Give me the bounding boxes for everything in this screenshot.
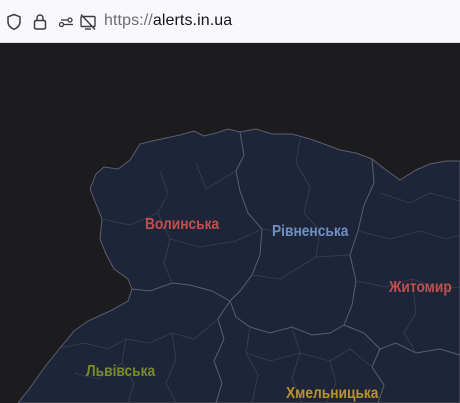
alert-map[interactable]: Волинська Рівненська Житомир Львівська Х… (0, 43, 460, 403)
shield-icon[interactable] (4, 12, 24, 32)
region-label-zhytomyr[interactable]: Житомир (389, 279, 452, 297)
region-label-lviv[interactable]: Львівська (86, 363, 155, 381)
url-field[interactable]: https://alerts.in.ua (104, 11, 232, 31)
lock-icon[interactable] (30, 12, 50, 32)
region-label-rivne[interactable]: Рівненська (272, 223, 348, 241)
region-label-volyn[interactable]: Волинська (145, 216, 219, 234)
screen-share-blocked-icon[interactable] (78, 12, 98, 32)
permissions-icon[interactable] (57, 12, 77, 32)
url-host: alerts.in.ua (152, 12, 233, 29)
browser-address-bar: https://alerts.in.ua (0, 0, 460, 43)
map-svg (17, 128, 460, 403)
url-scheme: https:// (104, 12, 153, 29)
region-shapes (17, 128, 460, 403)
region-label-khmelnytskyi[interactable]: Хмельницька (286, 385, 378, 403)
